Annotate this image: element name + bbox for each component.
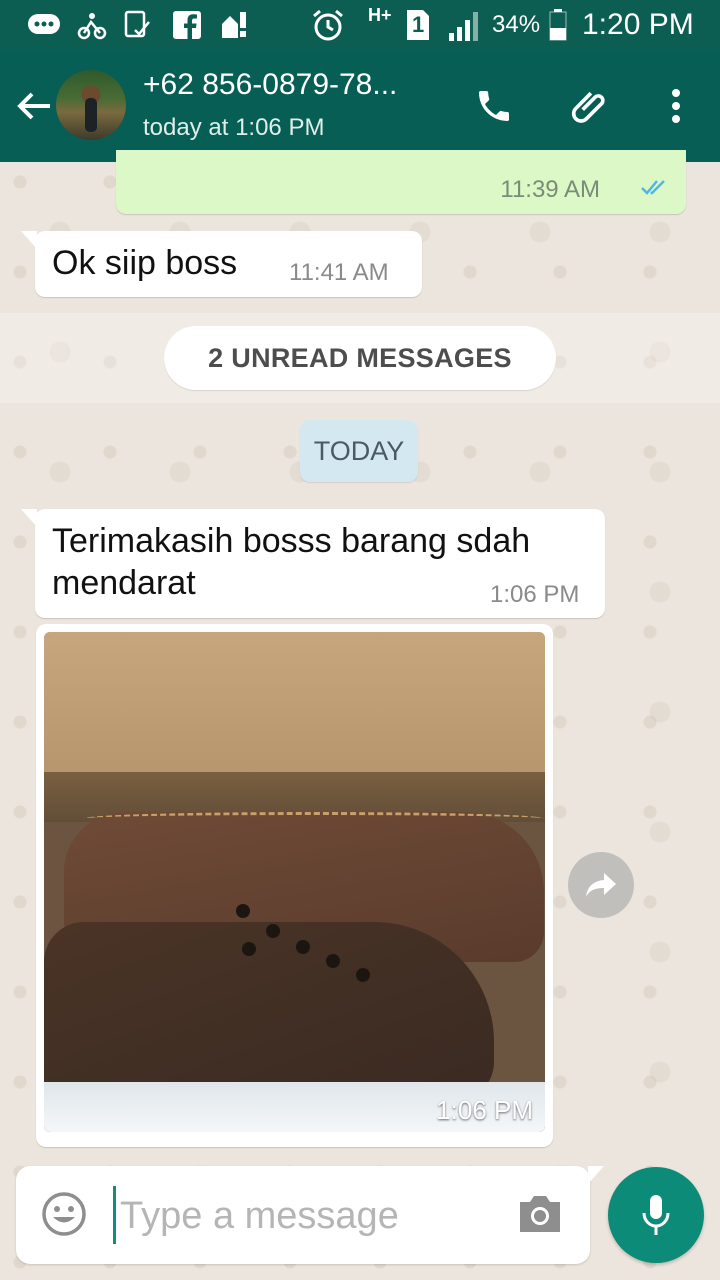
camera-icon xyxy=(520,1196,560,1232)
unread-messages-label: 2 UNREAD MESSAGES xyxy=(164,326,556,390)
message-time: 11:39 AM xyxy=(500,176,600,203)
voice-record-button[interactable] xyxy=(608,1167,704,1263)
incoming-message-bubble[interactable]: Terimakasih bosss barang sdah mendarat 1… xyxy=(21,509,605,618)
message-text: Ok siip boss xyxy=(52,244,238,282)
app-alert-icon xyxy=(218,8,250,42)
battery-icon xyxy=(548,8,568,42)
status-bar: H+ 1 34% 1:20 PM xyxy=(0,0,720,50)
camera-button[interactable] xyxy=(516,1192,566,1238)
attach-button[interactable] xyxy=(562,78,618,134)
device-check-icon xyxy=(122,8,152,42)
date-separator: TODAY xyxy=(300,420,418,482)
incoming-message-bubble[interactable]: Ok siip boss 11:41 AM xyxy=(21,231,422,297)
outgoing-message-bubble[interactable]: 11:39 AM xyxy=(116,150,686,214)
last-seen-status: today at 1:06 PM xyxy=(143,114,325,141)
delivery-bike-icon xyxy=(76,8,108,42)
message-text-line-1: Terimakasih bosss barang sdah xyxy=(52,522,531,560)
clock: 1:20 PM xyxy=(582,8,694,41)
smiley-icon xyxy=(42,1192,86,1236)
emoji-button[interactable] xyxy=(40,1190,90,1240)
composer-tail xyxy=(588,1166,604,1184)
more-options-button[interactable] xyxy=(648,78,704,134)
kebab-menu-icon xyxy=(672,89,680,123)
battery-percent: 34% xyxy=(492,11,541,38)
arrow-left-icon xyxy=(17,92,50,120)
contact-name[interactable]: +62 856-0879-78... xyxy=(143,68,397,102)
microphone-icon xyxy=(642,1195,670,1235)
message-text-line-2: mendarat xyxy=(52,564,196,602)
back-button[interactable] xyxy=(12,80,56,132)
chat-notification-icon xyxy=(26,8,62,42)
voice-call-button[interactable] xyxy=(466,78,522,134)
facebook-icon xyxy=(172,8,202,42)
image-message-bubble[interactable]: 1:06 PM xyxy=(36,624,553,1147)
phone-icon xyxy=(479,91,509,121)
message-input[interactable] xyxy=(118,1184,502,1248)
bubble-tail xyxy=(21,231,37,249)
shoe-photo[interactable]: 1:06 PM xyxy=(44,632,545,1132)
chat-header: +62 856-0879-78... today at 1:06 PM xyxy=(0,50,720,162)
message-composer xyxy=(16,1166,604,1264)
network-type: H+ xyxy=(368,5,392,25)
alarm-icon xyxy=(310,8,346,42)
signal-strength-icon xyxy=(446,8,482,42)
paperclip-icon xyxy=(571,91,605,123)
avatar[interactable] xyxy=(56,70,126,140)
message-time: 11:41 AM xyxy=(289,259,389,286)
share-arrow-icon xyxy=(586,873,616,897)
sim-slot-label: 1 xyxy=(412,12,425,37)
message-time: 1:06 PM xyxy=(490,581,580,608)
image-time: 1:06 PM xyxy=(436,1095,533,1125)
read-receipt-icon xyxy=(640,177,672,202)
bubble-tail xyxy=(21,509,37,527)
text-cursor xyxy=(113,1186,116,1244)
forward-button[interactable] xyxy=(568,852,634,918)
